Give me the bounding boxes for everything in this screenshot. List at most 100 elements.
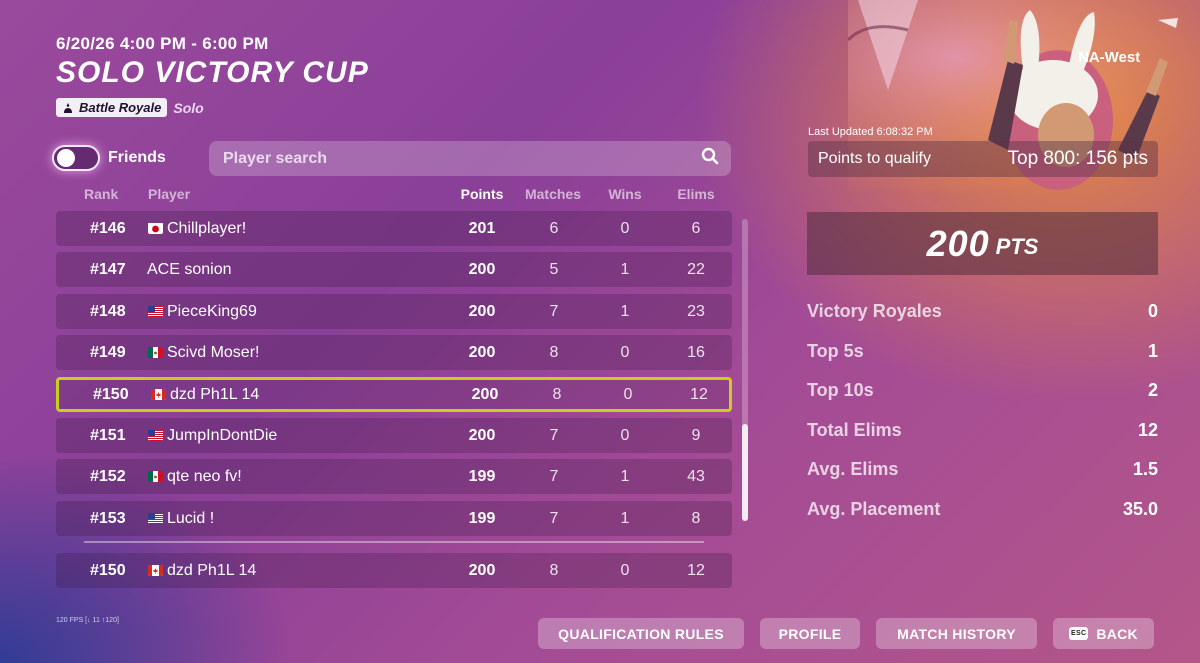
divider bbox=[84, 541, 704, 543]
row-player-name: JumpInDontDie bbox=[167, 427, 278, 444]
row-rank: #151 bbox=[90, 427, 126, 444]
row-player-name: dzd Ph1L 14 bbox=[167, 562, 257, 579]
mode-badge-label: Battle Royale bbox=[79, 100, 162, 115]
mode-row: Battle Royale Solo bbox=[56, 98, 204, 117]
stat-label: Total Elims bbox=[807, 419, 902, 440]
table-row[interactable]: #146 Chillplayer! 201 6 0 6 bbox=[56, 211, 732, 246]
row-rank: #150 bbox=[93, 386, 129, 403]
column-header-elims: Elims bbox=[677, 186, 715, 202]
leaderboard-scrollbar[interactable] bbox=[742, 219, 748, 521]
row-matches: 8 bbox=[549, 344, 559, 361]
row-player-name: Chillplayer! bbox=[167, 220, 247, 237]
table-row[interactable]: #147 ACE sonion 200 5 1 22 bbox=[56, 252, 732, 287]
flag-mx-icon bbox=[148, 346, 163, 358]
row-matches: 7 bbox=[549, 427, 559, 444]
qualify-label: Points to qualify bbox=[818, 150, 931, 167]
row-player-name: ACE sonion bbox=[147, 261, 232, 278]
table-row[interactable]: #153 Lucid ! 199 7 1 8 bbox=[56, 501, 732, 536]
page-title: SOLO VICTORY CUP bbox=[56, 56, 369, 89]
esc-key-icon: ESC bbox=[1069, 627, 1089, 640]
row-elims: 12 bbox=[690, 386, 708, 403]
toggle-knob bbox=[57, 149, 75, 167]
row-player-name: Scivd Moser! bbox=[167, 344, 260, 361]
row-rank: #152 bbox=[90, 468, 126, 485]
stat-value: 12 bbox=[1137, 419, 1158, 440]
scrollbar-thumb[interactable] bbox=[742, 424, 748, 521]
stat-row: Avg. Elims 1.5 bbox=[807, 459, 1158, 483]
row-elims: 9 bbox=[691, 427, 701, 444]
row-wins: 1 bbox=[620, 468, 630, 485]
row-points: 199 bbox=[468, 510, 496, 527]
total-points-box: 200 PTS bbox=[807, 212, 1158, 275]
stat-value: 35.0 bbox=[1122, 498, 1158, 519]
qualify-value: Top 800: 156 pts bbox=[1007, 148, 1149, 169]
table-row[interactable]: #151 JumpInDontDie 200 7 0 9 bbox=[56, 418, 732, 453]
row-player-name: qte neo fv! bbox=[167, 468, 242, 485]
row-wins: 0 bbox=[620, 427, 630, 444]
friends-filter: Friends bbox=[52, 145, 166, 171]
flag-ca-icon bbox=[148, 564, 163, 576]
row-matches: 8 bbox=[552, 386, 562, 403]
last-updated: Last Updated 6:08:32 PM bbox=[808, 126, 933, 138]
profile-button[interactable]: PROFILE bbox=[760, 618, 860, 649]
stat-row: Avg. Placement 35.0 bbox=[807, 499, 1158, 523]
column-header-rank: Rank bbox=[84, 186, 119, 202]
row-points: 201 bbox=[468, 220, 496, 237]
table-row[interactable]: #149 Scivd Moser! 200 8 0 16 bbox=[56, 335, 732, 370]
back-button[interactable]: ESC BACK bbox=[1053, 618, 1154, 649]
friends-label: Friends bbox=[108, 149, 166, 166]
row-wins: 0 bbox=[620, 562, 630, 579]
row-points: 200 bbox=[468, 562, 496, 579]
row-rank: #149 bbox=[90, 344, 126, 361]
table-row[interactable]: #152 qte neo fv! 199 7 1 43 bbox=[56, 459, 732, 494]
row-player-name: Lucid ! bbox=[167, 510, 215, 527]
table-row-selected[interactable]: #150 dzd Ph1L 14 200 8 0 12 bbox=[56, 377, 732, 412]
stat-label: Top 10s bbox=[807, 380, 874, 400]
row-player-name: dzd Ph1L 14 bbox=[170, 386, 260, 403]
column-header-matches: Matches bbox=[524, 186, 582, 202]
player-search-input[interactable] bbox=[221, 148, 665, 169]
points-to-qualify: Points to qualify Top 800: 156 pts bbox=[808, 141, 1158, 177]
stat-row: Top 10s 2 bbox=[807, 380, 1158, 404]
stat-label: Avg. Elims bbox=[807, 459, 899, 479]
row-elims: 23 bbox=[687, 303, 705, 320]
row-points: 200 bbox=[468, 303, 496, 320]
flag-us-icon bbox=[148, 305, 163, 317]
row-wins: 0 bbox=[620, 220, 630, 237]
row-rank: #148 bbox=[90, 303, 126, 320]
total-points-unit: PTS bbox=[995, 233, 1039, 259]
back-button-label: BACK bbox=[1096, 625, 1138, 642]
stat-row: Victory Royales 0 bbox=[807, 301, 1158, 325]
row-wins: 0 bbox=[620, 344, 630, 361]
row-points: 200 bbox=[471, 386, 499, 403]
row-elims: 6 bbox=[691, 220, 701, 237]
stat-row: Top 5s 1 bbox=[807, 341, 1158, 365]
row-points: 200 bbox=[468, 261, 496, 278]
match-history-button[interactable]: MATCH HISTORY bbox=[876, 618, 1037, 649]
row-player-name: PieceKing69 bbox=[167, 303, 257, 320]
column-header-points: Points bbox=[460, 186, 504, 202]
stat-value: 1.5 bbox=[1132, 459, 1158, 479]
search-icon[interactable] bbox=[701, 147, 719, 170]
fps-counter: 120 FPS [↓ 11 ↑120] bbox=[56, 617, 119, 624]
qualification-rules-button[interactable]: QUALIFICATION RULES bbox=[538, 618, 744, 649]
mode-badge: Battle Royale bbox=[56, 98, 168, 117]
row-matches: 7 bbox=[549, 510, 559, 527]
total-points-value: 200 bbox=[926, 222, 990, 264]
stat-row: Total Elims 12 bbox=[807, 420, 1158, 444]
table-row[interactable]: #150 dzd Ph1L 14 200 8 0 12 bbox=[56, 553, 732, 588]
row-matches: 5 bbox=[549, 261, 559, 278]
stat-value: 2 bbox=[1147, 380, 1158, 400]
row-wins: 1 bbox=[620, 303, 630, 320]
row-matches: 8 bbox=[549, 562, 559, 579]
row-elims: 16 bbox=[687, 344, 705, 361]
row-rank: #147 bbox=[90, 261, 126, 278]
row-points: 200 bbox=[468, 344, 496, 361]
friends-toggle[interactable] bbox=[52, 145, 100, 171]
table-row[interactable]: #148 PieceKing69 200 7 1 23 bbox=[56, 294, 732, 329]
flag-mx-icon bbox=[148, 470, 163, 482]
stat-label: Top 5s bbox=[807, 340, 864, 361]
flag-us-icon bbox=[148, 512, 163, 524]
row-matches: 7 bbox=[549, 303, 559, 320]
row-rank: #153 bbox=[90, 510, 126, 527]
